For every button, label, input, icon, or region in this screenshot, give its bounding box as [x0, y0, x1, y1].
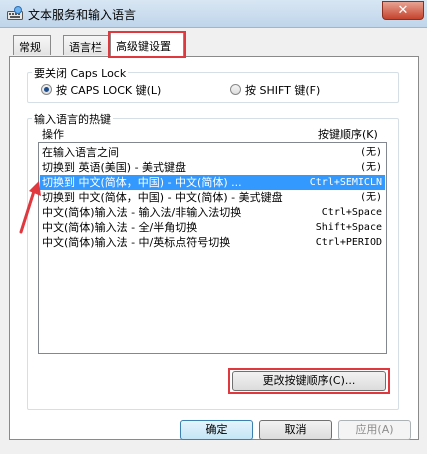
hotkey-row[interactable]: 中文(简体)输入法 - 中/英标点符号切换 Ctrl+PERIOD: [40, 235, 385, 250]
hotkey-action: 切换到 中文(简体，中国) - 中文(简体) - 美式键盘: [42, 191, 283, 204]
cancel-button[interactable]: 取消: [259, 420, 332, 440]
hotkey-key: Ctrl+Space: [321, 207, 382, 218]
hotkey-row[interactable]: 中文(简体)输入法 - 全/半角切换 Shift+Space: [40, 220, 385, 235]
hotkey-row[interactable]: 中文(简体)输入法 - 输入法/非输入法切换 Ctrl+Space: [40, 205, 385, 220]
red-arrow-icon: [19, 181, 41, 234]
annotation-highlight-tab: [108, 31, 186, 58]
hotkey-action: 切换到 中文(简体，中国) - 中文(简体) ...: [42, 176, 242, 189]
title-bar: 文本服务和输入语言 ✕: [0, 0, 427, 28]
window-title: 文本服务和输入语言: [28, 8, 137, 22]
hotkey-key: Shift+Space: [315, 222, 382, 233]
column-header-key-sequence: 按键顺序(K): [318, 128, 378, 141]
caps-lock-group-label: 要关闭 Caps Lock: [32, 65, 129, 81]
column-header-action: 操作: [42, 128, 64, 141]
hotkey-action: 切换到 英语(美国) - 美式键盘: [42, 161, 187, 174]
tab-language-bar[interactable]: 语言栏: [63, 35, 111, 55]
hotkey-row[interactable]: 切换到 中文(简体，中国) - 中文(简体) - 美式键盘 (无): [40, 190, 385, 205]
radio-selected-dot: [44, 87, 49, 92]
hotkey-row-selected[interactable]: 切换到 中文(简体，中国) - 中文(简体) ... Ctrl+SEMICLN: [40, 175, 385, 190]
hotkey-key: (无): [359, 162, 382, 173]
hotkey-list[interactable]: 在输入语言之间 (无) 切换到 英语(美国) - 美式键盘 (无) 切换到 中文…: [38, 142, 387, 354]
keyboard-globe-icon: [7, 6, 23, 20]
hotkey-key: Ctrl+PERIOD: [315, 237, 382, 248]
hotkey-row[interactable]: 在输入语言之间 (无): [40, 145, 385, 160]
ok-button[interactable]: 确定: [180, 420, 253, 440]
change-key-sequence-button[interactable]: 更改按键顺序(C)...: [232, 371, 386, 391]
hotkey-key: Ctrl+SEMICLN: [309, 177, 382, 188]
hotkeys-group-label: 输入语言的热键: [32, 111, 113, 127]
close-button[interactable]: ✕: [382, 1, 424, 20]
hotkey-action: 中文(简体)输入法 - 中/英标点符号切换: [42, 236, 231, 249]
tab-general[interactable]: 常规: [13, 35, 51, 55]
radio-shift[interactable]: [230, 84, 241, 95]
radio-caps-lock-label[interactable]: 按 CAPS LOCK 键(L): [56, 82, 161, 98]
hotkey-action: 中文(简体)输入法 - 输入法/非输入法切换: [42, 206, 242, 219]
hotkey-action: 在输入语言之间: [42, 146, 119, 159]
radio-shift-label[interactable]: 按 SHIFT 键(F): [245, 82, 320, 98]
hotkey-key: (无): [359, 192, 382, 203]
radio-caps-lock[interactable]: [41, 84, 52, 95]
hotkey-key: (无): [359, 147, 382, 158]
hotkey-row[interactable]: 切换到 英语(美国) - 美式键盘 (无): [40, 160, 385, 175]
hotkey-action: 中文(简体)输入法 - 全/半角切换: [42, 221, 198, 234]
apply-button[interactable]: 应用(A): [338, 420, 411, 440]
